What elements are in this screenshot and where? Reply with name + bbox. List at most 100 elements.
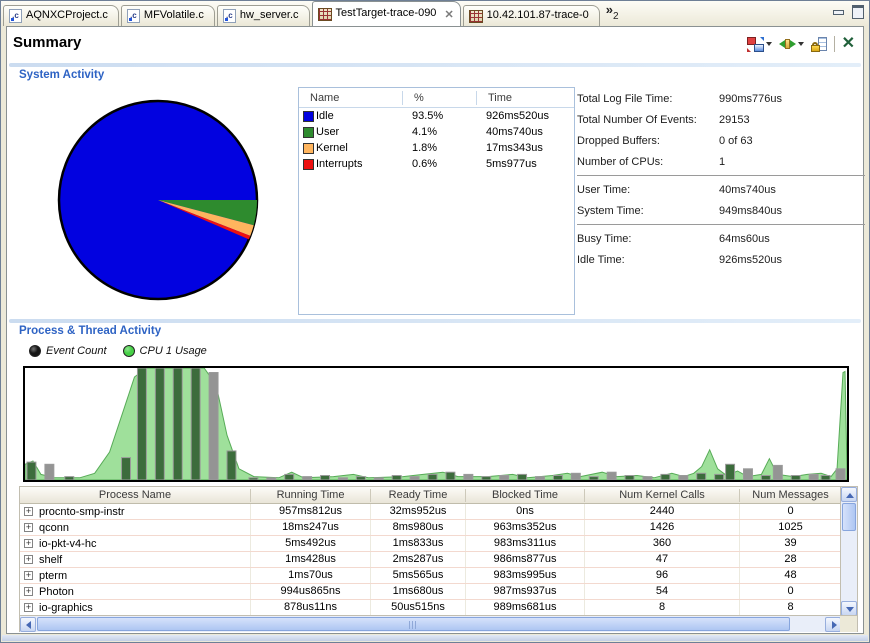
column-header[interactable]: Process Name [20,489,250,501]
process-cell: 5ms565us [370,568,465,583]
stats-divider [577,175,865,176]
process-row[interactable]: + procnto-smp-instr 957ms812us 32ms952us 0ns… [20,504,841,520]
editor-tab-4[interactable]: TestTarget-trace-090 [311,1,461,26]
event-count-bar [835,468,846,480]
column-header[interactable]: Num Kernel Calls [584,488,739,502]
dropdown-icon[interactable] [765,42,772,46]
column-header[interactable]: Time [476,90,574,105]
row-time: 40ms740us [486,126,543,138]
editor-tab-2[interactable]: .c MFVolatile.c [120,5,215,26]
expand-icon[interactable]: + [24,555,33,564]
switch-pane-button[interactable] [778,37,804,51]
row-time: 926ms520us [486,110,549,122]
column-header[interactable]: % [402,90,476,105]
process-cell: 957ms812us [250,504,370,519]
expand-icon[interactable]: + [24,507,33,516]
process-row[interactable]: + qconn 18ms247us 8ms980us 963ms352us 1426 102… [20,520,841,536]
expand-icon[interactable]: + [24,523,33,532]
column-header[interactable]: Name [299,92,402,104]
stat-label: Total Number Of Events: [577,113,697,126]
page-title: Summary [13,34,82,51]
swap-panes-icon [778,37,796,51]
editor-tab-1[interactable]: .c AQNXCProject.c [3,5,119,26]
process-cell: 5ms492us [250,536,370,551]
dropdown-icon[interactable] [797,42,804,46]
windows-overlay-icon [746,36,764,52]
process-name-cell: + qconn [20,522,250,534]
event-count-bar [248,477,259,480]
editor-tab-bar: .c AQNXCProject.c .c MFVolatile.c .c hw_serve… [1,1,869,26]
expand-icon[interactable]: + [24,571,33,580]
window-bottom-edge [2,635,868,641]
editor-tabs: .c AQNXCProject.c .c MFVolatile.c .c hw_serve… [3,1,602,26]
event-count-bar [26,461,37,480]
toggle-view-button[interactable] [746,36,772,52]
column-header[interactable]: Blocked Time [465,488,584,502]
system-activity-row[interactable]: Idle 93.5% 926ms520us [299,108,574,124]
process-cell: 47 [584,552,739,567]
process-row[interactable]: + io-pkt-v4-hc 5ms492us 1ms833us 983ms311us 3… [20,536,841,552]
activity-chart [23,366,849,482]
tab-overflow-count: 2 [613,11,619,22]
color-swatch [303,142,314,154]
editor-tab-5[interactable]: 10.42.101.87-trace-0 [462,5,600,26]
column-header[interactable]: Ready Time [370,488,465,502]
column-header[interactable]: Running Time [250,488,370,502]
legend-dot-icon [29,345,41,357]
tab-label: hw_server.c [239,9,299,21]
process-row[interactable]: + pterm 1ms70us 5ms565us 983ms995us 96 48 [20,568,841,584]
tab-overflow-chevron[interactable]: » 2 [606,3,619,26]
stat-value: 0 of 63 [719,134,753,147]
column-header[interactable]: Num Messages [739,488,841,502]
event-count-bar [588,476,599,480]
system-activity-pie-chart [51,93,265,307]
vertical-scrollbar[interactable] [840,487,857,616]
process-cell: 987ms937us [465,584,584,599]
process-row[interactable]: + io-graphics 878us11ns 50us515ns 989ms681us… [20,600,841,616]
close-icon[interactable] [842,36,855,52]
event-count-bar [760,475,771,480]
editor-tab-3[interactable]: .c hw_server.c [216,5,310,26]
system-activity-row[interactable]: User 4.1% 40ms740us [299,124,574,140]
expand-icon[interactable]: + [24,587,33,596]
activity-chart-legend: Event Count CPU 1 Usage [29,345,207,357]
event-count-bar [570,472,581,480]
process-cell: 8 [584,600,739,615]
expand-icon[interactable]: + [24,603,33,612]
event-count-bar [820,475,831,480]
horizontal-scrollbar[interactable] [20,615,841,632]
event-count-bar [302,476,313,480]
lock-table-button[interactable] [810,36,827,52]
system-activity-table: Name % Time Idle 93.5% 926ms520us User 4.1% 4… [298,87,575,315]
event-count-bar [552,475,563,480]
scroll-left-button[interactable] [20,617,36,632]
event-count-bar [121,457,131,480]
section-divider [9,63,861,67]
scroll-down-button[interactable] [841,601,857,616]
scroll-up-button[interactable] [841,487,857,502]
event-count-bar [284,473,295,480]
process-name-cell: + procnto-smp-instr [20,506,250,518]
lock-table-icon [810,36,827,52]
restore-icon[interactable] [851,5,864,19]
tab-close-icon[interactable] [444,8,453,21]
event-count-bar [481,476,492,480]
expand-icon[interactable]: + [24,539,33,548]
process-name-cell: + io-graphics [20,602,250,614]
process-cell: 1025 [739,520,841,535]
event-count-bar [790,475,801,480]
color-swatch [303,126,314,138]
minimize-icon[interactable] [832,5,845,16]
system-activity-row[interactable]: Interrupts 0.6% 5ms977us [299,156,574,172]
scroll-thumb[interactable] [842,503,856,531]
system-activity-row[interactable]: Kernel 1.8% 17ms343us [299,140,574,156]
process-row[interactable]: + shelf 1ms428us 2ms287us 986ms877us 47 28 [20,552,841,568]
process-table-header: Process Name Running Time Ready Time Blocke… [20,487,841,504]
scroll-thumb[interactable] [37,617,790,631]
process-cell: 878us11ns [250,600,370,615]
section-divider [9,319,861,323]
stat-value: 29153 [719,113,750,126]
process-row[interactable]: + Photon 994us865ns 1ms680us 987ms937us 54 0 [20,584,841,600]
scroll-right-button[interactable] [825,617,841,632]
event-count-bar [427,473,438,480]
